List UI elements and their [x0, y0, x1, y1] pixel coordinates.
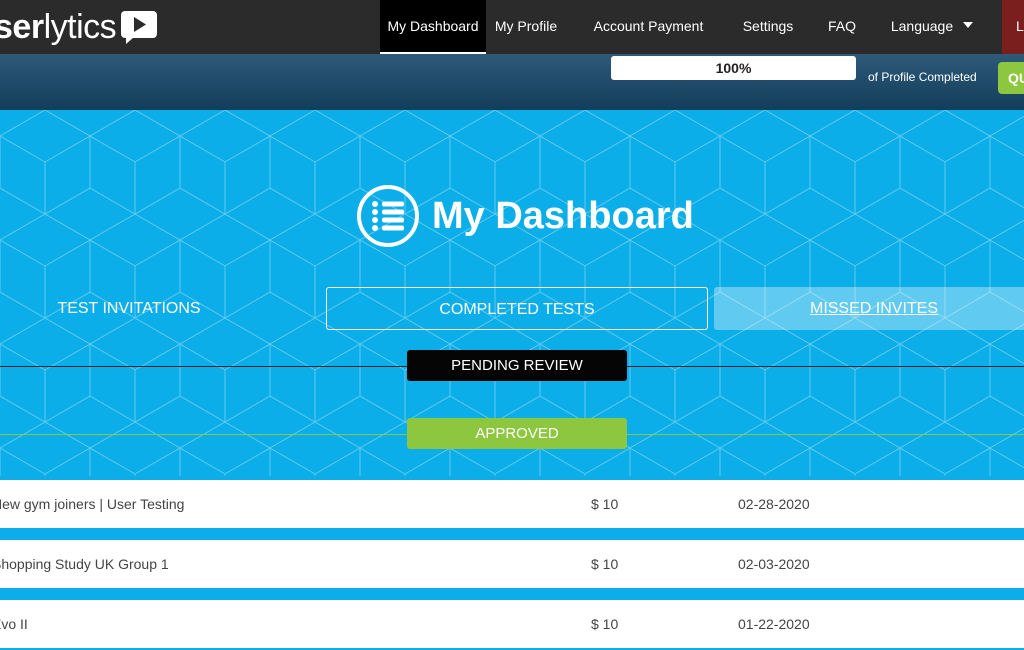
table-row[interactable]: New gym joiners | User Testing $ 10 02-2…	[0, 480, 1024, 528]
page-title-block: My Dashboard	[356, 184, 694, 248]
top-navbar: serlytics My Dashboard My Profile Accoun…	[0, 0, 1024, 86]
nav-faq[interactable]: FAQ	[822, 0, 862, 54]
tab-completed-tests[interactable]: COMPLETED TESTS	[326, 287, 708, 330]
nav-account-payment-details[interactable]: Account Payment Details	[571, 0, 726, 86]
test-date: 02-03-2020	[738, 556, 810, 572]
test-date: 01-22-2020	[738, 616, 810, 632]
table-row[interactable]: Shopping Study UK Group 1 $ 10 02-03-202…	[0, 540, 1024, 588]
nav-settings[interactable]: Settings	[737, 0, 799, 54]
table-row[interactable]: Evo II $ 10 01-22-2020	[0, 600, 1024, 648]
logo-text: serlytics	[0, 8, 117, 46]
profile-status-bar: 100% of Profile Completed QU	[0, 54, 1024, 110]
userlytics-logo[interactable]: serlytics	[0, 0, 158, 54]
nav-language-dropdown[interactable]: Language	[882, 0, 982, 54]
test-name: New gym joiners | User Testing	[0, 496, 185, 512]
language-label: Language	[890, 18, 954, 34]
dashboard-hero: My Dashboard TEST INVITATIONS COMPLETED …	[0, 110, 1024, 476]
test-name: Evo II	[0, 616, 28, 632]
profile-progress-bar: 100%	[611, 56, 856, 80]
page-title: My Dashboard	[432, 195, 694, 237]
profile-completed-text: of Profile Completed	[868, 70, 977, 84]
quick-button[interactable]: QU	[998, 62, 1024, 94]
nav-my-dashboard[interactable]: My Dashboard	[380, 0, 486, 54]
test-amount: $ 10	[591, 496, 619, 512]
caret-down-icon	[963, 22, 974, 29]
approved-button[interactable]: APPROVED	[407, 418, 627, 449]
test-amount: $ 10	[591, 616, 619, 632]
nav-my-profile[interactable]: My Profile	[491, 0, 561, 54]
list-icon	[357, 185, 419, 247]
play-logo-icon	[121, 11, 158, 44]
test-date: 02-28-2020	[738, 496, 810, 512]
logout-button[interactable]: L	[1002, 0, 1024, 54]
tab-missed-invites[interactable]: MISSED INVITES	[714, 287, 1024, 330]
pending-review-button[interactable]: PENDING REVIEW	[407, 350, 627, 381]
test-name: Shopping Study UK Group 1	[0, 556, 169, 572]
tab-test-invitations[interactable]: TEST INVITATIONS	[0, 287, 258, 330]
test-amount: $ 10	[591, 556, 619, 572]
